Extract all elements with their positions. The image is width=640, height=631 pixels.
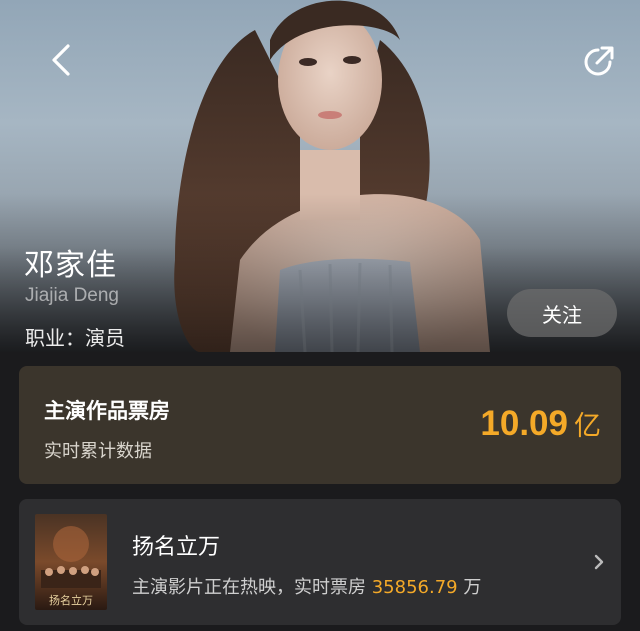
movie-box-office-value: 35856.79 [371, 577, 458, 598]
hero-header: 邓家佳 Jiajia Deng 职业：演员 关注 [0, 0, 640, 352]
chevron-right-icon [594, 554, 604, 570]
actor-name-english: Jiajia Deng [25, 285, 119, 306]
follow-button[interactable]: 关注 [507, 289, 617, 337]
movie-card[interactable]: 扬名立万 扬名立万 主演影片正在热映，实时票房 35856.79 万 [19, 499, 621, 625]
movie-status-text: 主演影片正在热映，实时票房 [132, 577, 366, 598]
box-office-subtitle: 实时累计数据 [44, 441, 152, 462]
share-icon [584, 46, 614, 76]
box-office-card: 主演作品票房 实时累计数据 10.09 亿 [19, 366, 621, 484]
box-office-unit: 亿 [574, 411, 601, 442]
box-office-total: 10.09 亿 [480, 404, 601, 444]
movie-status: 主演影片正在热映，实时票房 35856.79 万 [132, 573, 481, 599]
box-office-amount: 10.09 [480, 404, 568, 443]
share-button[interactable] [580, 42, 618, 80]
actor-name-chinese: 邓家佳 [24, 248, 117, 283]
movie-box-office-unit: 万 [463, 577, 482, 598]
movie-title: 扬名立万 [132, 535, 221, 560]
actor-profession: 职业：演员 [25, 326, 125, 350]
movie-poster: 扬名立万 [35, 514, 107, 610]
box-office-title: 主演作品票房 [44, 399, 170, 423]
chevron-left-icon [52, 44, 70, 76]
back-button[interactable] [44, 40, 80, 80]
poster-title: 扬名立万 [49, 593, 93, 607]
